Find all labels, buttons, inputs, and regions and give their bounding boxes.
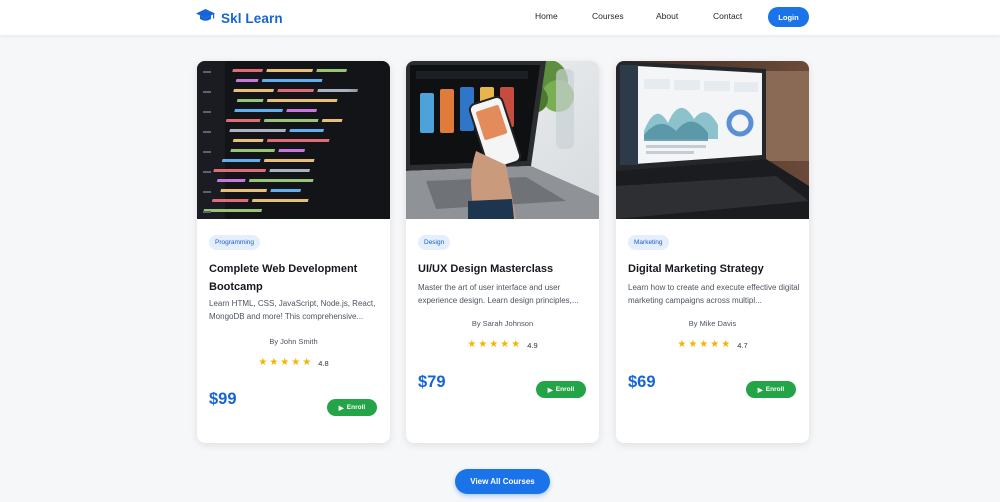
navbar: Skl Learn Home Courses About Contact Log… (0, 0, 1000, 35)
star-icon: ★ (688, 339, 698, 350)
analytics-dashboard-image (616, 61, 809, 219)
category-tag: Programming (209, 235, 261, 250)
star-icon: ★ (258, 357, 268, 368)
star-icon: ★ (467, 339, 477, 350)
code-editor-image (197, 61, 390, 219)
play-icon: ▶ (757, 386, 763, 394)
rating-value: 4.9 (527, 340, 538, 350)
nav-links: Home Courses About Contact (0, 11, 1000, 25)
course-rating: ★ ★ ★ ★ ★ 4.7 (616, 339, 809, 351)
course-card-web-development[interactable]: Programming Complete Web Development Boo… (197, 61, 390, 443)
course-title[interactable]: Complete Web Development Bootcamp (209, 260, 379, 296)
nav-courses-link[interactable]: Courses (592, 11, 624, 21)
course-author: By Sarah Johnson (471, 319, 534, 328)
star-icon: ★ (291, 357, 301, 368)
star-icon: ★ (489, 339, 499, 350)
star-icon: ★ (500, 339, 510, 350)
star-icon: ★ (677, 339, 687, 350)
course-price: $79 (418, 373, 446, 391)
category-tag: Marketing (628, 235, 669, 250)
course-price: $99 (209, 390, 237, 408)
login-button[interactable]: Login (768, 7, 809, 27)
course-description: Master the art of user interface and use… (418, 283, 579, 305)
star-icon: ★ (478, 339, 488, 350)
star-icon: ★ (280, 357, 290, 368)
star-icon: ★ (699, 339, 709, 350)
course-price: $69 (628, 373, 656, 391)
course-card-digital-marketing[interactable]: Marketing Digital Marketing Strategy Lea… (616, 61, 809, 443)
course-author: By John Smith (269, 337, 318, 346)
enroll-label: Enroll (346, 404, 366, 411)
enroll-button[interactable]: ▶ Enroll (327, 399, 377, 416)
star-icon: ★ (710, 339, 720, 350)
course-title[interactable]: UI/UX Design Masterclass (418, 260, 588, 278)
rating-value: 4.8 (318, 358, 329, 368)
laptop-phone-design-image (406, 61, 599, 219)
play-icon: ▶ (547, 386, 553, 394)
half-star-icon: ★ (721, 339, 731, 350)
course-card-uiux-design[interactable]: Design UI/UX Design Masterclass Master t… (406, 61, 599, 443)
rating-value: 4.7 (737, 340, 748, 350)
enroll-button[interactable]: ▶ Enroll (536, 381, 586, 398)
course-description: Learn how to create and execute effectiv… (628, 283, 800, 305)
enroll-button[interactable]: ▶ Enroll (746, 381, 796, 398)
half-star-icon: ★ (511, 339, 521, 350)
enroll-label: Enroll (765, 386, 785, 393)
course-rating: ★ ★ ★ ★ ★ 4.9 (406, 339, 599, 351)
nav-contact-link[interactable]: Contact (713, 11, 742, 21)
nav-about-link[interactable]: About (656, 11, 678, 21)
view-all-courses-button[interactable]: View All Courses (455, 469, 550, 494)
course-author: By Mike Davis (688, 319, 737, 328)
nav-home-link[interactable]: Home (535, 11, 558, 21)
course-title[interactable]: Digital Marketing Strategy (628, 260, 798, 278)
half-star-icon: ★ (302, 357, 312, 368)
category-tag: Design (418, 235, 451, 250)
course-rating: ★ ★ ★ ★ ★ 4.8 (197, 357, 390, 369)
course-description: Learn HTML, CSS, JavaScript, Node.js, Re… (209, 299, 376, 321)
enroll-label: Enroll (555, 386, 575, 393)
star-icon: ★ (269, 357, 279, 368)
play-icon: ▶ (338, 404, 344, 412)
